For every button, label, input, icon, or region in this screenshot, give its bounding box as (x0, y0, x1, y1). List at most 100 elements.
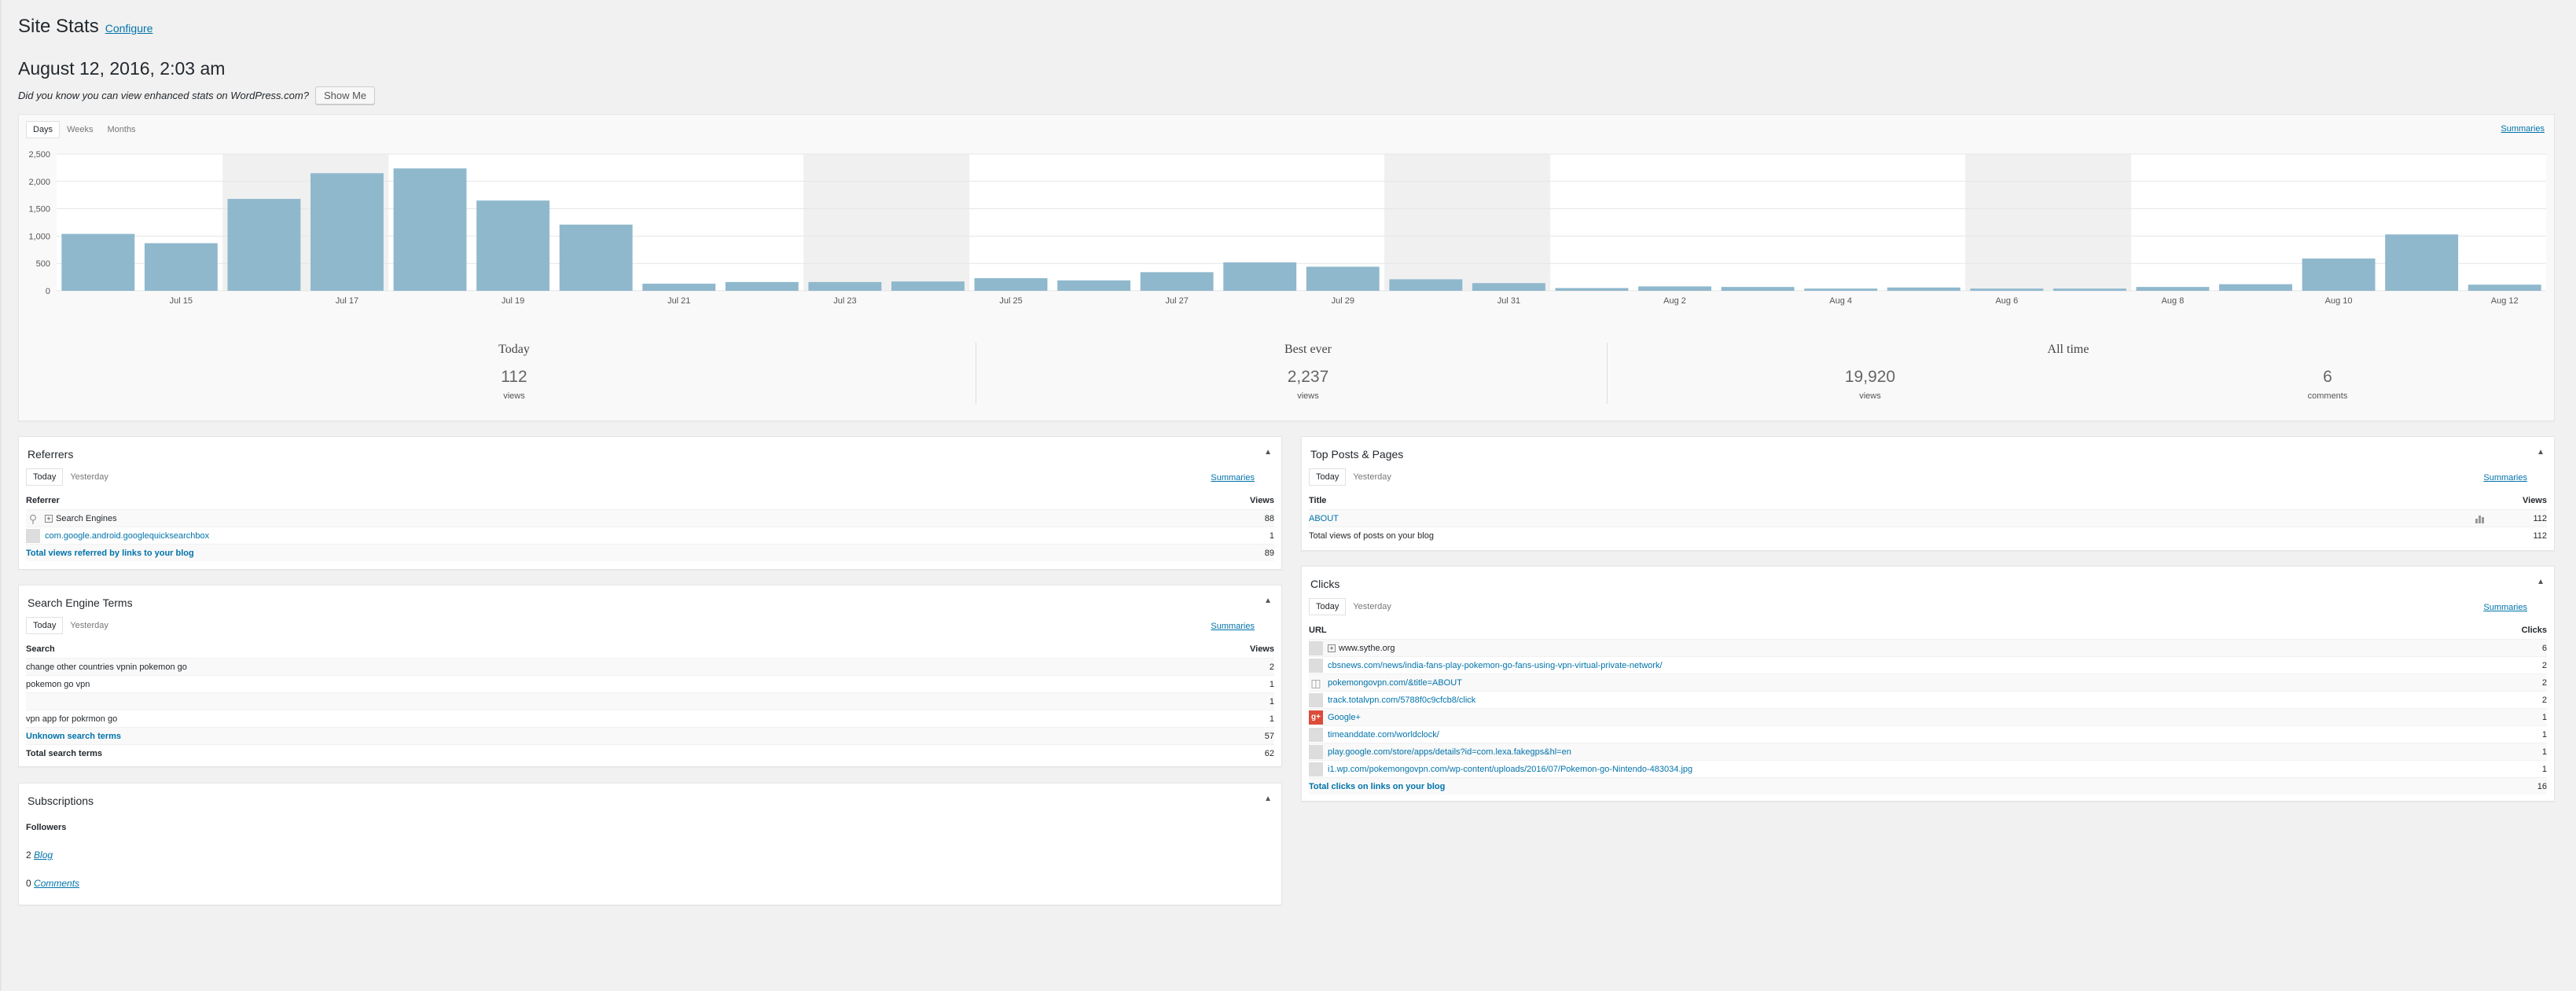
expand-icon[interactable]: + (1328, 644, 1336, 652)
table-row: pokemon go vpn 1 (26, 675, 1274, 692)
x-tick-label: Jul 29 (1332, 296, 1354, 306)
referrers-panel: Referrers ▲ Today Yesterday Summaries Re… (18, 436, 1282, 570)
collapse-icon[interactable]: ▲ (2537, 578, 2545, 586)
search-terms-table: Search Views change other countries vpnin… (26, 640, 1274, 762)
bar-aug-8 (2136, 287, 2210, 291)
weekend-band (803, 154, 970, 291)
x-tick-label: Jul 31 (1497, 296, 1520, 306)
tab-yesterday[interactable]: Yesterday (63, 617, 116, 634)
stat-alltime-unit: views (1859, 391, 1881, 401)
tab-yesterday[interactable]: Yesterday (1346, 468, 1398, 486)
bar-jul-26 (1057, 280, 1131, 291)
tab-today[interactable]: Today (1309, 598, 1347, 615)
x-tick-label: Jul 19 (502, 296, 524, 306)
collapse-icon[interactable]: ▲ (1264, 795, 1272, 803)
page: Site Stats Configure August 12, 2016, 2:0… (0, 0, 2576, 991)
collapse-icon[interactable]: ▲ (1264, 596, 1272, 605)
bar-jul-20 (559, 224, 633, 291)
click-url-link[interactable]: Google+ (1328, 713, 1361, 722)
blog-followers-link[interactable]: Blog (34, 850, 53, 861)
show-me-button[interactable]: Show Me (314, 86, 376, 105)
clicks-panel: Clicks ▲ Today Yesterday Summaries URL Cl… (1301, 566, 2555, 802)
chart-summaries-link[interactable]: Summaries (2501, 124, 2545, 134)
tab-yesterday[interactable]: Yesterday (1346, 598, 1398, 615)
click-url-link[interactable]: i1.wp.com/pokemongovpn.com/wp-content/up… (1328, 765, 1692, 774)
click-url-link[interactable]: timeanddate.com/worldclock/ (1328, 730, 1439, 740)
comment-followers-link[interactable]: Comments (34, 878, 79, 889)
weekend-band (1384, 154, 1551, 291)
expand-icon[interactable]: + (45, 514, 53, 523)
stat-today-value: 112 (501, 368, 527, 386)
subscriptions-panel: Subscriptions ▲ Followers 2 Blog 0 Comme… (18, 783, 1282, 905)
tab-weeks[interactable]: Weeks (60, 121, 100, 138)
x-tick-label: Jul 25 (999, 296, 1022, 306)
tab-yesterday[interactable]: Yesterday (63, 468, 116, 486)
clicks-title: Clicks (1310, 578, 1340, 590)
bar-aug-10 (2302, 258, 2376, 291)
admin-edge (0, 0, 2, 991)
referrer-link[interactable]: com.google.android.googlequicksearchbox (45, 531, 209, 541)
bar-jul-23 (808, 281, 882, 291)
bar-jul-21 (642, 283, 716, 291)
summary-divider (1607, 343, 1608, 404)
stat-all-time: All time (1990, 343, 2147, 357)
bar-aug-9 (2219, 284, 2292, 291)
bar-aug-7 (2052, 288, 2126, 291)
referrers-table: Referrer Views ⚲ + Search Engines 88 com.goo… (26, 492, 1274, 561)
enhanced-stats-notice: Did you know you can view enhanced stats… (18, 86, 376, 105)
collapse-icon[interactable]: ▲ (1264, 448, 1272, 457)
subscriptions-title: Subscriptions (28, 795, 94, 807)
stat-best-ever: Best ever 2,237 views (1229, 343, 1387, 401)
referrers-summaries-link[interactable]: Summaries (1211, 473, 1255, 483)
top-posts-table: Title Views ABOUT 112 Total views of posts… (1309, 492, 2547, 544)
post-link[interactable]: ABOUT (1309, 514, 1339, 523)
chart-panel: Days Weeks Months Summaries 0 500 1,000 1,5… (18, 114, 2555, 421)
favicon-placeholder-icon (1309, 744, 1323, 759)
bar-jul-28 (1223, 262, 1297, 291)
stat-best-value: 2,237 (1287, 368, 1329, 386)
x-tick-label: Jul 21 (667, 296, 690, 306)
tab-today[interactable]: Today (26, 468, 64, 486)
google-plus-icon: g+ (1309, 710, 1323, 725)
tab-today[interactable]: Today (26, 617, 64, 634)
clicks-table: URL Clicks + www.sythe.org 6 cbsnews.com/ne… (1309, 622, 2547, 795)
page-title: Site Stats Configure (18, 16, 153, 37)
tab-today[interactable]: Today (1309, 468, 1347, 486)
comment-followers: 0 Comments (26, 878, 80, 889)
bar-jul-24 (891, 281, 965, 291)
configure-link[interactable]: Configure (105, 22, 153, 35)
table-row: 1 (26, 692, 1274, 710)
click-url-link[interactable]: play.google.com/store/apps/details?id=co… (1328, 747, 1571, 757)
top-posts-summaries-link[interactable]: Summaries (2483, 473, 2527, 483)
table-row: timeanddate.com/worldclock/1 (1309, 725, 2547, 743)
bar-chart-icon[interactable] (2475, 514, 2484, 523)
table-header: Referrer Views (26, 496, 1274, 505)
click-url-link[interactable]: track.totalvpn.com/5788f0c9cfcb8/click (1328, 696, 1475, 705)
tab-months[interactable]: Months (100, 121, 142, 138)
table-row: ABOUT 112 (1309, 509, 2547, 527)
x-tick-label: Jul 17 (336, 296, 358, 306)
bar-jul-25 (974, 277, 1048, 291)
x-tick-label: Aug 10 (2325, 296, 2353, 306)
bar-aug-4 (1804, 288, 1878, 291)
bar-jul-30 (1389, 279, 1463, 291)
table-row: ◫ pokemongovpn.com/&title=ABOUT 2 (1309, 674, 2547, 691)
table-row: com.google.android.googlequicksearchbox 1 (26, 527, 1274, 544)
collapse-icon[interactable]: ▲ (2537, 448, 2545, 457)
stat-best-label: Best ever (1284, 343, 1332, 356)
clicks-summaries-link[interactable]: Summaries (2483, 603, 2527, 612)
bar-jul-18 (393, 168, 467, 291)
bar-jul-14 (61, 233, 135, 291)
top-posts-title: Top Posts & Pages (1310, 448, 1404, 461)
click-url-link[interactable]: cbsnews.com/news/india-fans-play-pokemon… (1328, 661, 1663, 670)
stat-today-label: Today (498, 343, 530, 356)
favicon-placeholder-icon (1309, 692, 1323, 707)
y-tick-label: 500 (36, 259, 50, 269)
x-tick-label: Aug 4 (1829, 296, 1852, 306)
click-url-link[interactable]: pokemongovpn.com/&title=ABOUT (1328, 678, 1462, 688)
search-terms-summaries-link[interactable]: Summaries (1211, 622, 1255, 631)
y-tick-label: 0 (46, 287, 50, 296)
bar-aug-5 (1887, 287, 1960, 291)
tab-days[interactable]: Days (26, 121, 61, 138)
table-header: Title Views (1309, 496, 2547, 505)
